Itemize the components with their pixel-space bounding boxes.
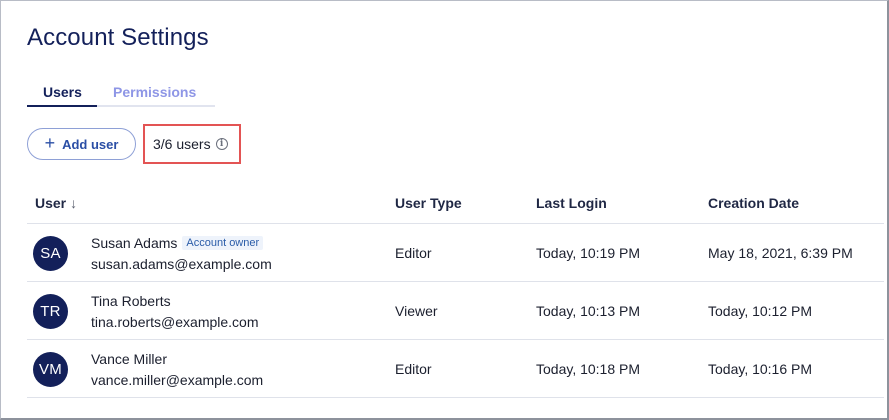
user-name: Susan Adams: [91, 235, 178, 251]
table-row[interactable]: TR Tina Roberts tina.roberts@example.com…: [27, 282, 884, 340]
arrow-down-icon: ↓: [70, 195, 78, 211]
last-login-cell: Today, 10:18 PM: [536, 361, 641, 377]
avatar: VM: [33, 352, 68, 387]
page-title: Account Settings: [27, 24, 209, 51]
avatar: TR: [33, 294, 68, 329]
user-name: Tina Roberts: [91, 293, 171, 309]
plus-icon: +: [44, 133, 56, 153]
user-count-text: 3/6 users: [153, 136, 211, 152]
column-header-user-label: User: [35, 195, 67, 211]
user-email: tina.roberts@example.com: [91, 314, 259, 330]
tab-permissions[interactable]: Permissions: [97, 81, 215, 107]
column-header-user[interactable]: User ↓: [35, 195, 77, 211]
user-name-line: Susan Adams Account owner: [91, 235, 264, 251]
user-name: Vance Miller: [91, 351, 167, 367]
table-row[interactable]: SA Susan Adams Account owner susan.adams…: [27, 224, 884, 282]
info-icon[interactable]: i: [215, 138, 228, 150]
creation-date-cell: May 18, 2021, 6:39 PM: [708, 245, 853, 261]
creation-date-cell: Today, 10:16 PM: [708, 361, 813, 377]
tab-bar: Users Permissions: [27, 81, 215, 107]
users-table: User ↓ User Type Last Login Creation Date…: [27, 184, 884, 398]
avatar: SA: [33, 236, 68, 271]
last-login-cell: Today, 10:13 PM: [536, 303, 641, 319]
account-owner-badge: Account owner: [182, 236, 264, 250]
user-email: susan.adams@example.com: [91, 256, 272, 272]
column-header-creation-date[interactable]: Creation Date: [708, 195, 799, 211]
user-name-line: Tina Roberts: [91, 293, 171, 309]
add-user-button[interactable]: + Add user: [27, 128, 136, 160]
user-count-indicator: 3/6 users i: [143, 124, 241, 164]
user-type-cell: Editor: [395, 361, 432, 377]
settings-window: Account Settings Users Permissions + Add…: [0, 0, 889, 420]
table-row[interactable]: VM Vance Miller vance.miller@example.com…: [27, 340, 884, 398]
creation-date-cell: Today, 10:12 PM: [708, 303, 813, 319]
column-header-user-type[interactable]: User Type: [395, 195, 462, 211]
user-type-cell: Viewer: [395, 303, 438, 319]
user-email: vance.miller@example.com: [91, 372, 264, 388]
user-type-cell: Editor: [395, 245, 432, 261]
tab-users[interactable]: Users: [27, 81, 97, 107]
user-name-line: Vance Miller: [91, 351, 167, 367]
last-login-cell: Today, 10:19 PM: [536, 245, 641, 261]
column-header-last-login[interactable]: Last Login: [536, 195, 607, 211]
add-user-label: Add user: [62, 136, 119, 152]
table-header: User ↓ User Type Last Login Creation Date: [27, 184, 884, 224]
